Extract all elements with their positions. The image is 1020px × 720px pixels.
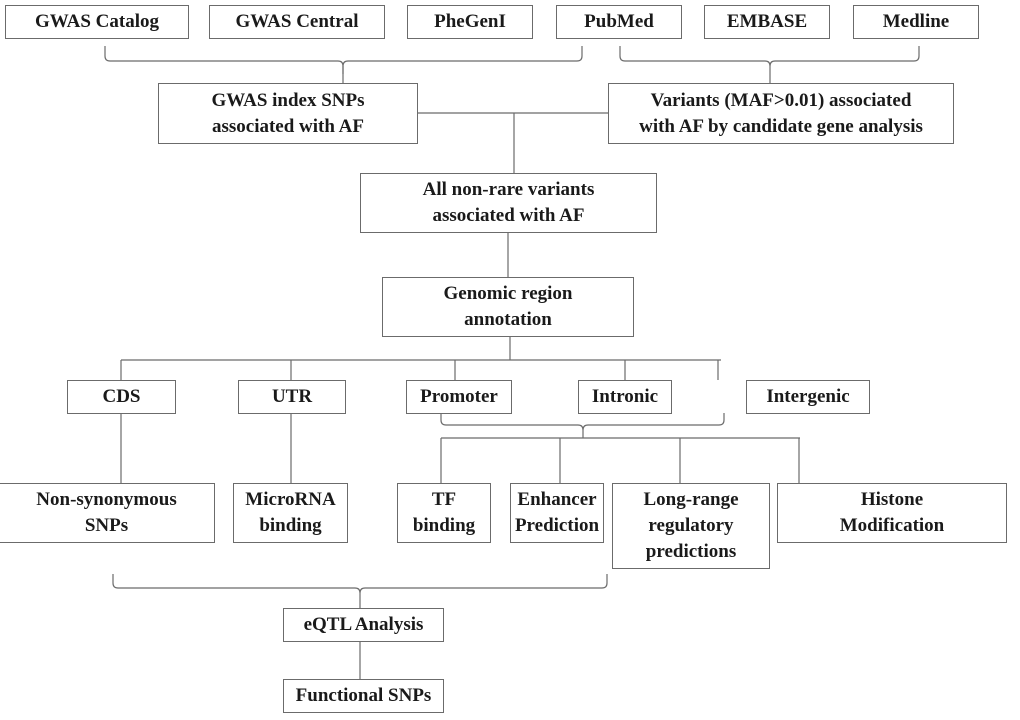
source-phegeni: PheGenI — [407, 5, 533, 39]
region-promoter: Promoter — [406, 380, 512, 414]
source-pubmed: PubMed — [556, 5, 682, 39]
flowchart-canvas: GWAS Catalog GWAS Central PheGenI PubMed… — [0, 0, 1020, 720]
source-gwas-catalog: GWAS Catalog — [5, 5, 189, 39]
analysis-enhancer-prediction: Enhancer Prediction — [510, 483, 604, 543]
region-utr: UTR — [238, 380, 346, 414]
analysis-microrna-binding: MicroRNA binding — [233, 483, 348, 543]
brace-regulatory-regions — [440, 413, 725, 431]
all-variants-box: All non-rare variants associated with AF — [360, 173, 657, 233]
eqtl-analysis-box: eQTL Analysis — [283, 608, 444, 642]
genomic-annotation-box: Genomic region annotation — [382, 277, 634, 337]
region-intergenic: Intergenic — [746, 380, 870, 414]
region-cds: CDS — [67, 380, 176, 414]
analysis-histone-modification: Histone Modification — [777, 483, 1007, 543]
region-intronic: Intronic — [578, 380, 672, 414]
source-gwas-central: GWAS Central — [209, 5, 385, 39]
gwas-index-snps-box: GWAS index SNPs associated with AF — [158, 83, 418, 144]
brace-analyses-to-eqtl — [112, 574, 608, 594]
analysis-long-range: Long-range regulatory predictions — [612, 483, 770, 569]
analysis-non-synonymous: Non-synonymous SNPs — [0, 483, 215, 543]
analysis-tf-binding: TF binding — [397, 483, 491, 543]
candidate-variants-box: Variants (MAF>0.01) associated with AF b… — [608, 83, 954, 144]
source-medline: Medline — [853, 5, 979, 39]
source-embase: EMBASE — [704, 5, 830, 39]
functional-snps-box: Functional SNPs — [283, 679, 444, 713]
brace-literature-to-variants — [619, 46, 920, 67]
